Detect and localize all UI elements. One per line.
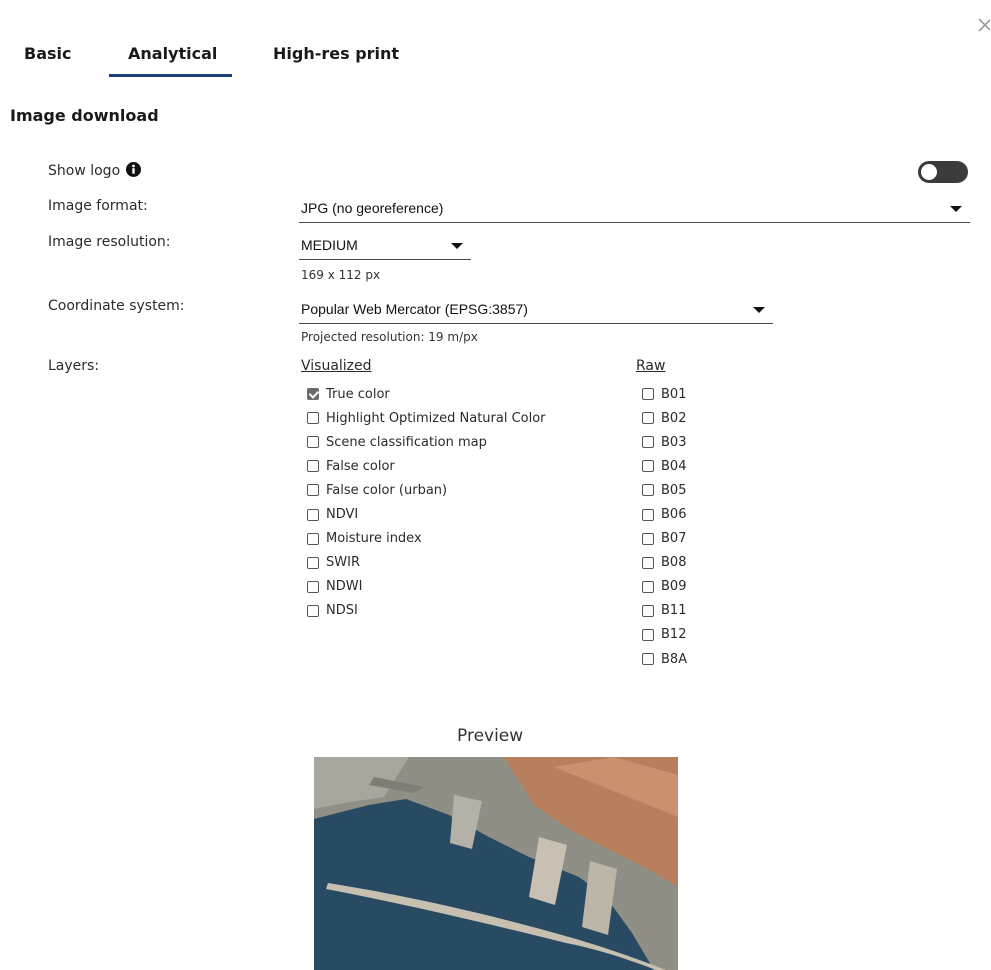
visualized-layer-label: NDSI [326,603,358,619]
raw-band-label: B05 [661,482,687,498]
info-icon[interactable] [126,162,142,181]
visualized-layer-item[interactable]: NDVI [307,502,546,526]
raw-band-item[interactable]: B06 [642,502,687,526]
visualized-layer-label: False color (urban) [326,482,448,498]
visualized-layer-list: True color Highlight Optimized Natural Co… [307,382,546,623]
raw-band-label: B04 [661,458,687,474]
visualized-layer-item[interactable]: NDSI [307,599,546,623]
raw-band-item[interactable]: B03 [642,430,687,454]
visualized-layer-checkbox[interactable] [307,604,319,617]
raw-band-checkbox[interactable] [642,388,654,401]
raw-band-label: B09 [661,579,687,595]
raw-band-checkbox[interactable] [642,604,654,617]
visualized-layer-label: False color [326,458,395,474]
chevron-down-icon [451,243,463,249]
raw-band-checkbox[interactable] [642,580,654,593]
raw-band-item[interactable]: B04 [642,454,687,478]
visualized-layer-checkbox[interactable] [307,484,319,497]
raw-band-label: B02 [661,410,687,426]
raw-band-label: B07 [661,531,687,547]
preview-title: Preview [457,726,524,746]
raw-band-label: B01 [661,386,687,402]
visualized-layer-label: SWIR [326,555,360,571]
raw-band-checkbox[interactable] [642,460,654,473]
visualized-layer-label: Moisture index [326,531,422,547]
visualized-layer-item[interactable]: False color [307,454,546,478]
raw-band-checkbox[interactable] [642,484,654,497]
visualized-layer-checkbox[interactable] [307,532,319,545]
visualized-layer-label: NDWI [326,579,363,595]
image-resolution-label: Image resolution: [48,234,171,250]
image-resolution-select[interactable]: MEDIUM [299,235,471,260]
visualized-layer-label: True color [326,386,390,402]
raw-band-list: B01 B02 B03 B04 B05 B06 B07 B08 B09 B11 B12 B8A [642,382,687,671]
visualized-layer-label: Highlight Optimized Natural Color [326,410,546,426]
raw-band-label: B8A [661,651,688,667]
coordinate-system-value: Popular Web Mercator (EPSG:3857) [301,301,528,317]
layers-label: Layers: [48,358,100,374]
raw-band-checkbox[interactable] [642,653,654,666]
raw-band-item[interactable]: B12 [642,623,687,647]
raw-band-item[interactable]: B07 [642,527,687,551]
raw-band-label: B06 [661,507,687,523]
image-format-value: JPG (no georeference) [301,200,444,216]
projected-resolution-hint: Projected resolution: 19 m/px [301,330,478,344]
raw-band-checkbox[interactable] [642,412,654,425]
toggle-knob [921,164,937,180]
visualized-layer-item[interactable]: Moisture index [307,527,546,551]
visualized-layer-checkbox[interactable] [307,388,319,401]
visualized-layer-item[interactable]: True color [307,382,546,406]
chevron-down-icon [753,307,765,313]
visualized-layer-item[interactable]: NDWI [307,575,546,599]
visualized-layer-checkbox[interactable] [307,460,319,473]
tab-basic[interactable]: Basic [24,44,71,63]
raw-band-item[interactable]: B05 [642,478,687,502]
visualized-layer-checkbox[interactable] [307,556,319,569]
visualized-layer-item[interactable]: False color (urban) [307,478,546,502]
show-logo-toggle[interactable] [918,161,968,183]
raw-band-item[interactable]: B09 [642,575,687,599]
visualized-heading: Visualized [301,358,372,374]
image-format-select[interactable]: JPG (no georeference) [299,198,970,223]
raw-band-label: B12 [661,627,687,643]
visualized-layer-label: NDVI [326,507,359,523]
raw-band-checkbox[interactable] [642,436,654,449]
raw-heading: Raw [636,358,666,374]
close-icon[interactable] [978,18,990,32]
tab-analytical[interactable]: Analytical [128,44,217,63]
raw-band-checkbox[interactable] [642,628,654,641]
raw-band-item[interactable]: B08 [642,551,687,575]
visualized-layer-item[interactable]: Scene classification map [307,430,546,454]
raw-band-checkbox[interactable] [642,508,654,521]
raw-band-item[interactable]: B8A [642,647,687,671]
raw-band-label: B08 [661,555,687,571]
chevron-down-icon [950,206,962,212]
raw-band-label: B11 [661,603,687,619]
raw-band-label: B03 [661,434,687,450]
raw-band-item[interactable]: B02 [642,406,687,430]
visualized-layer-checkbox[interactable] [307,436,319,449]
visualized-layer-checkbox[interactable] [307,412,319,425]
image-format-label: Image format: [48,198,148,214]
coordinate-system-select[interactable]: Popular Web Mercator (EPSG:3857) [299,299,773,324]
tab-high-res-print[interactable]: High-res print [273,44,399,63]
preview-image [314,757,678,970]
visualized-layer-item[interactable]: Highlight Optimized Natural Color [307,406,546,430]
active-tab-indicator [109,74,232,77]
image-resolution-value: MEDIUM [301,237,358,253]
section-title: Image download [10,106,159,125]
show-logo-label: Show logo [48,163,121,179]
raw-band-item[interactable]: B01 [642,382,687,406]
raw-band-item[interactable]: B11 [642,599,687,623]
visualized-layer-checkbox[interactable] [307,508,319,521]
visualized-layer-checkbox[interactable] [307,580,319,593]
coordinate-system-label: Coordinate system: [48,298,185,314]
visualized-layer-item[interactable]: SWIR [307,551,546,575]
visualized-layer-label: Scene classification map [326,434,487,450]
raw-band-checkbox[interactable] [642,532,654,545]
show-logo-row: Show logo [48,162,142,181]
raw-band-checkbox[interactable] [642,556,654,569]
image-size-hint: 169 x 112 px [301,268,381,282]
